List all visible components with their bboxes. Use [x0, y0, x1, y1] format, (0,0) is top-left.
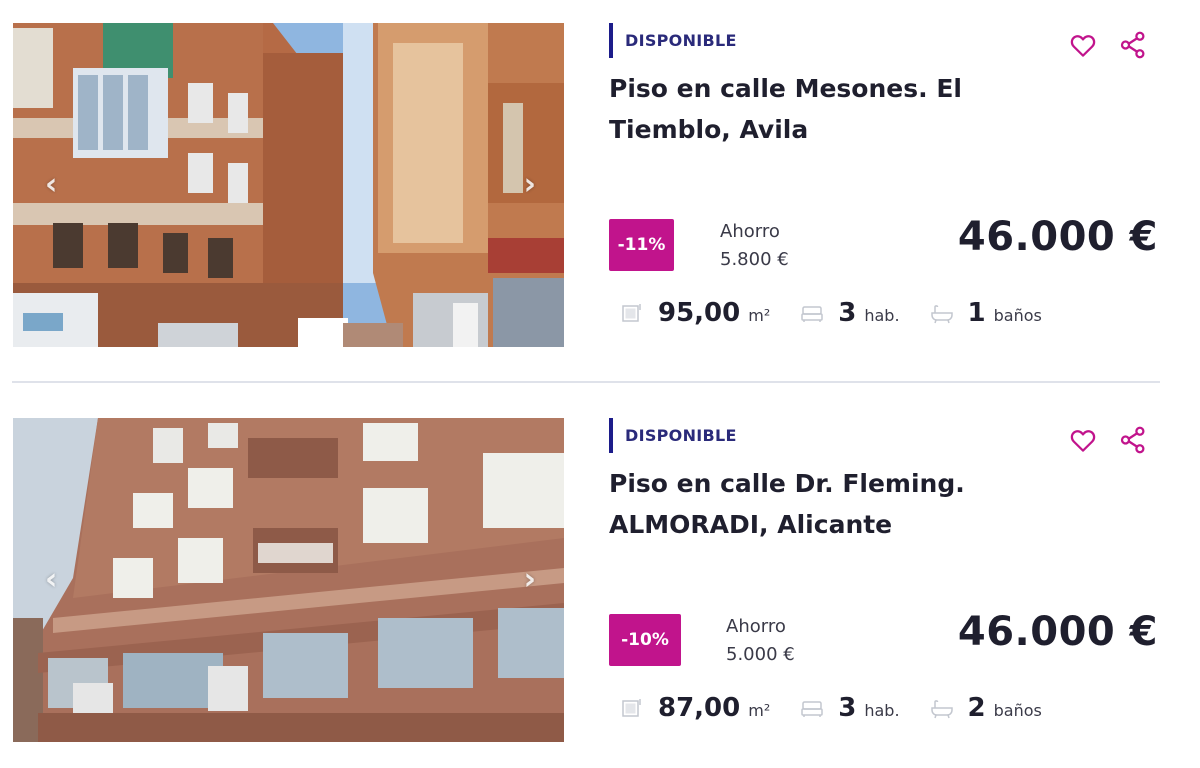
area-icon: [622, 304, 641, 322]
bathtub-icon: [930, 305, 953, 324]
price: 46.000 €: [957, 609, 1158, 655]
savings-amount: 5.800 €: [720, 249, 789, 270]
share-icon[interactable]: [1118, 30, 1148, 60]
status-badge: DISPONIBLE: [609, 23, 737, 58]
chevron-right-icon[interactable]: ›: [524, 565, 536, 595]
listing-actions: [1068, 425, 1148, 455]
favorite-heart-icon[interactable]: [1068, 30, 1098, 60]
area-unit: m²: [748, 306, 771, 325]
favorite-heart-icon[interactable]: [1068, 425, 1098, 455]
baths-unit: baños: [993, 306, 1042, 325]
rooms-unit: hab.: [864, 306, 900, 325]
discount-badge: -10%: [609, 614, 681, 666]
features-row: 95,00 m² 3 hab. 1 baños: [620, 298, 1072, 328]
listing-card[interactable]: ‹ › DISPONIBLE Piso en calle Dr. Fleming…: [0, 395, 1200, 745]
price: 46.000 €: [957, 214, 1158, 260]
bed-icon: [801, 306, 823, 322]
listing-title[interactable]: Piso en calle Mesones. El Tiemblo, Avila: [609, 68, 1029, 150]
listing-title[interactable]: Piso en calle Dr. Fleming. ALMORADI, Ali…: [609, 463, 1029, 545]
property-photo-carousel[interactable]: ‹ ›: [13, 418, 564, 742]
property-photo-carousel[interactable]: ‹ ›: [13, 23, 564, 347]
baths-value: 1: [967, 298, 986, 328]
savings-block: Ahorro 5.800 €: [720, 218, 789, 274]
baths-feature: 1 baños: [930, 298, 1042, 328]
savings-amount: 5.000 €: [726, 644, 795, 665]
area-feature: 87,00 m²: [620, 693, 770, 723]
area-unit: m²: [748, 701, 771, 720]
discount-badge: -11%: [609, 219, 674, 271]
listing-actions: [1068, 30, 1148, 60]
rooms-unit: hab.: [864, 701, 900, 720]
chevron-right-icon[interactable]: ›: [524, 170, 536, 200]
listing-card[interactable]: ‹ › DISPONIBLE Piso en calle Mesones. El…: [0, 0, 1200, 350]
baths-value: 2: [967, 693, 986, 723]
baths-unit: baños: [993, 701, 1042, 720]
area-feature: 95,00 m²: [620, 298, 770, 328]
property-photo: [13, 23, 564, 347]
features-row: 87,00 m² 3 hab. 2 baños: [620, 693, 1072, 723]
bed-icon: [801, 701, 823, 717]
rooms-feature: 3 hab.: [800, 693, 900, 723]
area-value: 87,00: [658, 693, 741, 723]
property-photo: [13, 418, 564, 742]
chevron-left-icon[interactable]: ‹: [45, 170, 57, 200]
rooms-feature: 3 hab.: [800, 298, 900, 328]
savings-label: Ahorro: [726, 616, 786, 637]
rooms-value: 3: [838, 693, 857, 723]
baths-feature: 2 baños: [930, 693, 1042, 723]
divider: [12, 381, 1160, 383]
status-badge: DISPONIBLE: [609, 418, 737, 453]
savings-label: Ahorro: [720, 221, 780, 242]
chevron-left-icon[interactable]: ‹: [45, 565, 57, 595]
savings-block: Ahorro 5.000 €: [726, 613, 795, 669]
bathtub-icon: [930, 700, 953, 719]
rooms-value: 3: [838, 298, 857, 328]
share-icon[interactable]: [1118, 425, 1148, 455]
area-icon: [622, 699, 641, 717]
area-value: 95,00: [658, 298, 741, 328]
